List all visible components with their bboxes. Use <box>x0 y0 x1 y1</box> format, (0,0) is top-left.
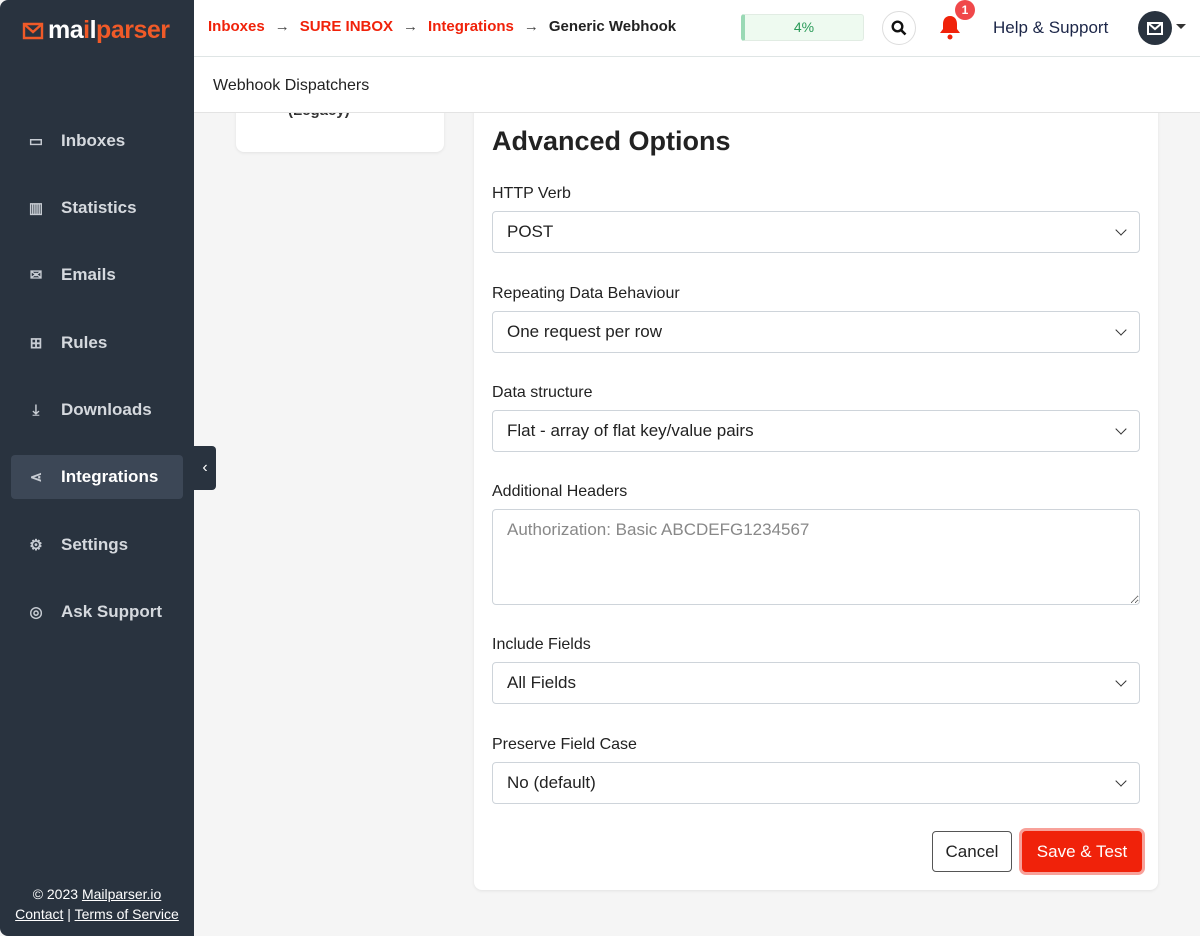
search-button[interactable] <box>882 11 916 45</box>
breadcrumb-current: Generic Webhook <box>548 18 677 35</box>
mailparser-logo[interactable]: mailparser <box>22 16 170 45</box>
sidebar-item-ask-support[interactable]: ◎ Ask Support <box>11 590 183 634</box>
headers-label: Additional Headers <box>492 483 628 500</box>
sidebar-item-integrations[interactable]: ⋖ Integrations <box>11 455 183 499</box>
sitemap-icon: ⊞ <box>29 335 43 352</box>
sidebar-item-statistics[interactable]: ▥ Statistics <box>11 186 183 230</box>
sidebar-item-rules[interactable]: ⊞ Rules <box>11 321 183 365</box>
terms-link[interactable]: Terms of Service <box>75 906 179 922</box>
avatar[interactable] <box>1138 11 1172 45</box>
contact-link[interactable]: Contact <box>15 906 63 922</box>
http-verb-select[interactable]: POST <box>492 211 1140 253</box>
repeating-select[interactable]: One request per row <box>492 311 1140 353</box>
sidebar-item-downloads[interactable]: ⤓ Downloads <box>11 388 183 432</box>
chevron-left-icon: ‹ <box>202 459 208 476</box>
separator: | <box>63 906 75 922</box>
sidebar-item-label: Ask Support <box>61 602 163 621</box>
sidebar-item-label: Settings <box>61 535 129 554</box>
save-test-button[interactable]: Save & Test <box>1022 831 1142 872</box>
section-title: Advanced Options <box>492 126 731 156</box>
inbox-icon: ▭ <box>28 133 44 150</box>
sidebar-item-label: Downloads <box>61 400 152 419</box>
field-case-label: Preserve Field Case <box>492 736 637 753</box>
envelope-icon: ✉ <box>29 267 43 284</box>
notifications-button[interactable] <box>938 14 962 45</box>
sidebar-item-emails[interactable]: ✉ Emails <box>11 253 183 297</box>
usage-progress[interactable]: 4% <box>741 14 864 41</box>
http-verb-label: HTTP Verb <box>492 185 571 202</box>
arrow-right-icon: → <box>274 18 290 35</box>
include-fields-select[interactable]: All Fields <box>492 662 1140 704</box>
help-support-link[interactable]: Help & Support <box>993 18 1108 38</box>
copyright: © 2023 <box>32 886 82 902</box>
download-icon: ⤓ <box>32 401 40 419</box>
collapse-sidebar-button[interactable]: ‹ <box>194 446 216 490</box>
gear-icon: ⚙ <box>29 537 43 554</box>
header: Inboxes → SURE INBOX → Integrations → Gener… <box>194 0 1200 57</box>
share-icon: ⋖ <box>29 469 43 486</box>
sidebar-item-settings[interactable]: ⚙ Settings <box>11 523 183 567</box>
sidebar-footer: © 2023 Mailparser.io Contact | Terms of … <box>0 884 194 924</box>
breadcrumb-inbox[interactable]: SURE INBOX <box>300 18 393 35</box>
sidebar-item-label: Inboxes <box>61 131 126 150</box>
sidebar-item-label: Integrations <box>61 467 159 486</box>
headers-input[interactable] <box>492 509 1140 605</box>
lifebuoy-icon: ◎ <box>29 604 43 621</box>
sidebar-item-label: Rules <box>61 333 108 352</box>
mailparser-link[interactable]: Mailparser.io <box>82 886 161 902</box>
cancel-button[interactable]: Cancel <box>932 831 1012 872</box>
structure-label: Data structure <box>492 384 593 401</box>
sidebar-item-label: Statistics <box>61 198 137 217</box>
breadcrumb-inboxes[interactable]: Inboxes <box>208 18 265 35</box>
chart-icon: ▥ <box>28 200 44 217</box>
sidebar-item-label: Emails <box>61 265 116 284</box>
sidebar: mailparser ▭ Inboxes ▥ Statistics ✉ Emails … <box>0 0 194 936</box>
search-icon <box>891 20 907 36</box>
caret-down-icon[interactable] <box>1176 24 1186 29</box>
repeating-label: Repeating Data Behaviour <box>492 285 680 302</box>
include-fields-label: Include Fields <box>492 636 591 653</box>
breadcrumb: Inboxes → SURE INBOX → Integrations → Gener… <box>208 18 676 35</box>
sidebar-item-inboxes[interactable]: ▭ Inboxes <box>11 119 183 163</box>
structure-select[interactable]: Flat - array of flat key/value pairs <box>492 410 1140 452</box>
arrow-right-icon: → <box>523 18 539 35</box>
envelope-logo-icon <box>22 22 44 39</box>
breadcrumb-integrations[interactable]: Integrations <box>428 18 514 35</box>
field-case-select[interactable]: No (default) <box>492 762 1140 804</box>
page-subtitle: Webhook Dispatchers <box>194 57 1200 113</box>
logo-text: mailparser <box>48 16 170 44</box>
arrow-right-icon: → <box>403 18 419 35</box>
notification-badge: 1 <box>955 0 975 20</box>
envelope-icon <box>1147 21 1163 35</box>
